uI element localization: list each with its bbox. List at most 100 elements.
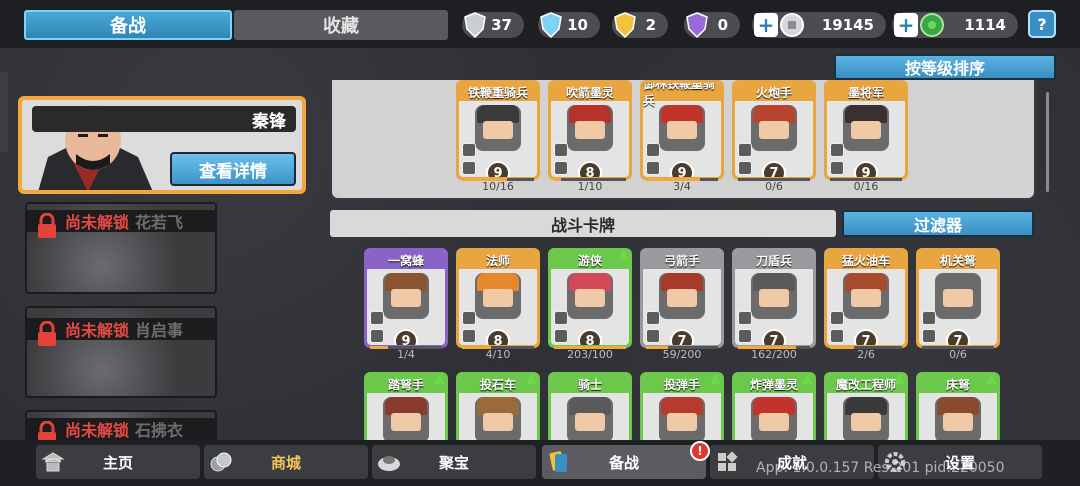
nav-shop[interactable]: 商城 xyxy=(204,445,368,479)
nav-prepare[interactable]: 备战 ! xyxy=(542,441,710,479)
pagoda-icon xyxy=(40,449,66,475)
view-details-button[interactable]: 查看详情 xyxy=(170,152,296,186)
defense-type-icon xyxy=(738,161,752,175)
locked-status: 尚未解锁 xyxy=(65,213,130,232)
card-frame: 墨将军 9 xyxy=(824,80,908,180)
scrollbar[interactable] xyxy=(1046,92,1049,192)
unit-figure xyxy=(475,397,521,443)
cost-badge: 7 xyxy=(854,329,878,345)
silver-shield-counter: 37 xyxy=(462,12,524,38)
battle-cards-title: 战斗卡牌 xyxy=(330,210,836,237)
unit-card[interactable]: 墨将军 9 0/16 xyxy=(824,80,908,193)
filter-button[interactable]: 过滤器 xyxy=(842,210,1034,237)
locked-hero-card[interactable]: 尚未解锁 花若飞 xyxy=(25,202,217,294)
locked-hero-name: 肖启事 xyxy=(135,321,184,340)
tab-prepare[interactable]: 备战 xyxy=(24,10,232,40)
unit-figure xyxy=(935,397,981,443)
cost-badge: 7 xyxy=(670,329,694,345)
gold-shield-counter: 2 xyxy=(612,12,668,38)
card-art: 游侠 8 xyxy=(551,251,629,345)
unit-card[interactable]: 铁鞭重骑兵 9 10/16 xyxy=(456,80,540,193)
card-name: 吹箭墨灵 xyxy=(565,85,614,100)
card-count: 2/6 xyxy=(857,348,875,361)
attack-type-icon xyxy=(646,143,660,157)
silver-shield-icon xyxy=(460,9,490,41)
nav-prepare-label: 备战 xyxy=(608,453,639,472)
cost-badge: 8 xyxy=(486,329,510,345)
unit-card[interactable]: 御林铁鞭重骑兵 9 3/4 xyxy=(640,80,724,193)
card-count: 1/4 xyxy=(397,348,415,361)
locked-hero-card[interactable]: 尚未解锁 肖启事 xyxy=(25,306,217,398)
card-name: 墨将军 xyxy=(847,85,884,100)
unit-figure xyxy=(751,273,797,319)
card-name: 火炮手 xyxy=(755,85,792,100)
locked-status: 尚未解锁 xyxy=(65,421,130,440)
help-button[interactable]: ? xyxy=(1028,10,1056,38)
unit-figure xyxy=(659,105,705,151)
unit-card[interactable]: 机关弩 7 0/6 xyxy=(916,248,1000,361)
add-coins-button[interactable]: + xyxy=(754,13,778,37)
card-name: 法师 xyxy=(485,253,510,268)
unit-card[interactable]: 弓箭手 7 59/200 xyxy=(640,248,724,361)
upgrade-arrow-icon: ▲ xyxy=(894,370,905,386)
unit-card[interactable]: 法师 8 4/10 xyxy=(456,248,540,361)
card-count: 59/200 xyxy=(662,348,702,361)
unit-figure xyxy=(751,397,797,443)
card-frame: 吹箭墨灵 8 xyxy=(548,80,632,180)
attack-type-icon xyxy=(738,311,752,325)
unit-figure xyxy=(659,273,705,319)
sort-by-level-button[interactable]: 按等级排序 xyxy=(834,54,1056,80)
unit-card[interactable]: 火炮手 7 0/6 xyxy=(732,80,816,193)
unit-figure xyxy=(475,105,521,151)
attack-type-icon xyxy=(554,143,568,157)
upgrade-arrow-icon: ▲ xyxy=(986,370,997,386)
top-bar: 备战 收藏 37 10 2 0 + 19145 + 1114 ? xyxy=(0,0,1080,48)
grid-icon xyxy=(714,449,740,475)
card-art: 火炮手 7 xyxy=(735,83,813,177)
card-frame: 刀盾兵 7 xyxy=(732,248,816,348)
unit-card[interactable]: 游侠 8 203/100 ▲ xyxy=(548,246,632,361)
card-name: 铁鞭重骑兵 xyxy=(467,85,528,100)
card-frame: 弓箭手 7 xyxy=(640,248,724,348)
attack-type-icon xyxy=(738,143,752,157)
attack-type-icon xyxy=(554,311,568,325)
unit-figure xyxy=(383,273,429,319)
card-count: 162/200 xyxy=(751,348,797,361)
selected-hero-card[interactable]: 秦锋 查看详情 xyxy=(18,96,306,194)
nav-home[interactable]: 主页 xyxy=(36,445,200,479)
silver-coin-counter: + 19145 xyxy=(752,12,886,38)
crystal-shield-value: 10 xyxy=(567,16,588,34)
cost-badge: 9 xyxy=(394,329,418,345)
card-frame: 铁鞭重骑兵 9 xyxy=(456,80,540,180)
unit-card[interactable]: 吹箭墨灵 8 1/10 xyxy=(548,80,632,193)
treasure-bowl-icon xyxy=(376,449,402,475)
crystal-shield-icon xyxy=(536,9,566,41)
card-name: 骑士 xyxy=(577,377,602,392)
card-count: 203/100 xyxy=(567,348,613,361)
unit-figure xyxy=(659,397,705,443)
card-name: 猛火油车 xyxy=(841,253,890,268)
locked-hero-card[interactable]: 尚未解锁 石拂衣 xyxy=(25,410,217,444)
add-gems-button[interactable]: + xyxy=(894,13,918,37)
unit-figure xyxy=(475,273,521,319)
nav-treasure[interactable]: 聚宝 xyxy=(372,445,536,479)
green-gem-value: 1114 xyxy=(964,16,1006,34)
cost-badge: 8 xyxy=(578,161,602,177)
lock-icon xyxy=(38,213,56,238)
purple-shield-counter: 0 xyxy=(684,12,740,38)
upgrade-arrow-icon: ▲ xyxy=(802,370,813,386)
locked-hero-name: 花若飞 xyxy=(135,213,184,232)
card-count: 1/10 xyxy=(577,180,603,193)
card-frame: 游侠 8 xyxy=(548,248,632,348)
defense-type-icon xyxy=(738,329,752,343)
cost-badge: 9 xyxy=(486,161,510,177)
tab-collection[interactable]: 收藏 xyxy=(234,10,448,40)
purple-shield-value: 0 xyxy=(717,16,728,34)
card-name: 一窝蜂 xyxy=(387,253,424,268)
unit-figure xyxy=(935,273,981,319)
unit-card[interactable]: 刀盾兵 7 162/200 xyxy=(732,248,816,361)
nav-shop-label: 商城 xyxy=(270,453,301,472)
unit-card[interactable]: 猛火油车 7 2/6 xyxy=(824,248,908,361)
unit-card[interactable]: 一窝蜂 9 1/4 xyxy=(364,248,448,361)
card-frame: 御林铁鞭重骑兵 9 xyxy=(640,80,724,180)
